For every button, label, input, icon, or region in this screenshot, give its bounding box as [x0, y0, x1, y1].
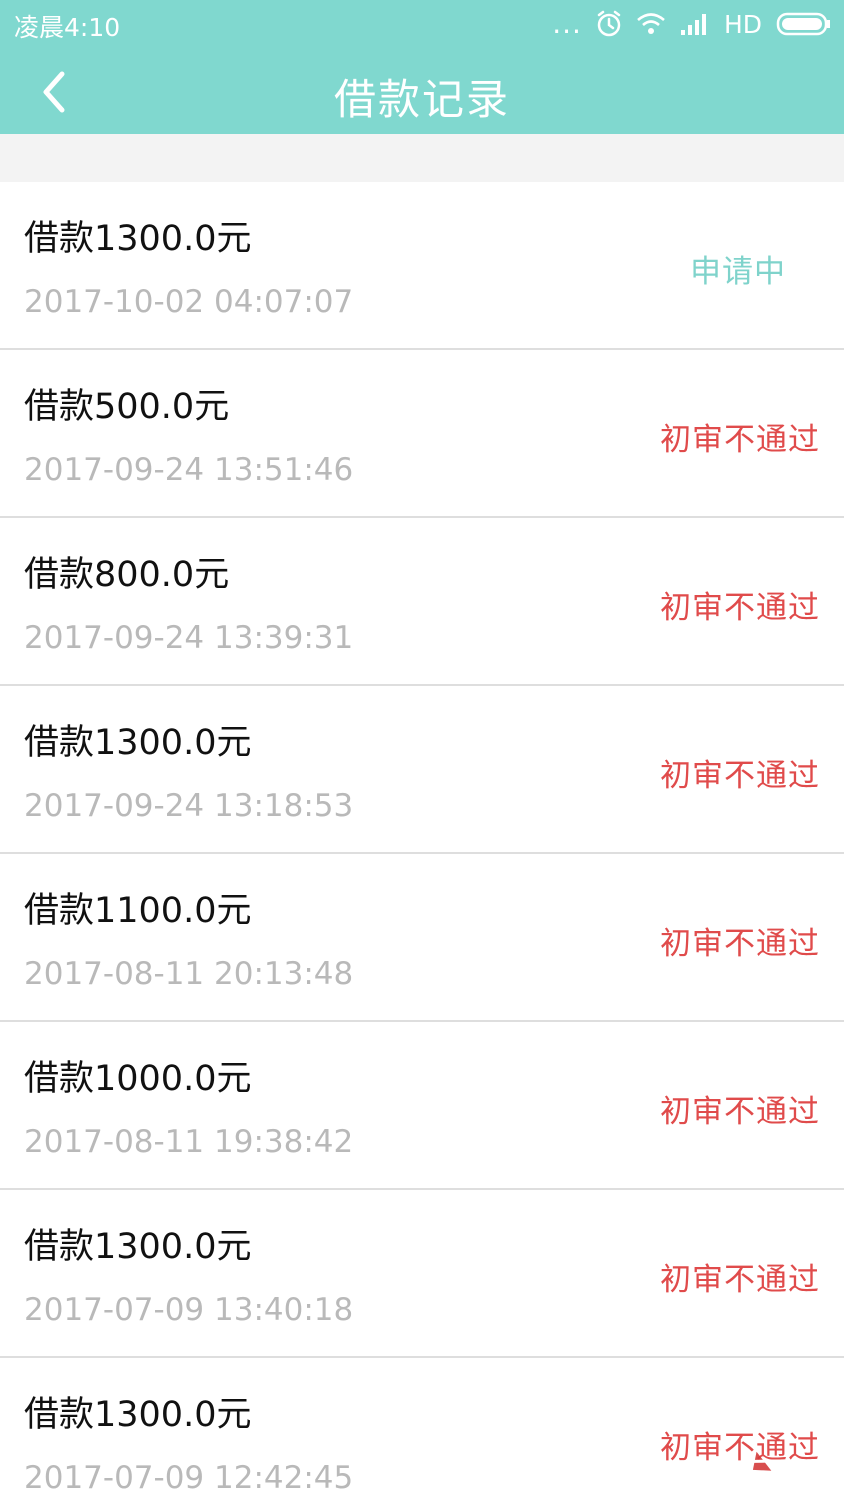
loan-amount: 借款1300.0元 [24, 1227, 252, 1267]
wifi-icon [636, 12, 666, 36]
loan-amount: 借款1000.0元 [24, 1059, 252, 1099]
loan-status: 初审不通过 [660, 1094, 820, 1130]
loan-amount: 借款1100.0元 [24, 891, 252, 931]
loan-date: 2017-07-09 13:40:18 [24, 1292, 354, 1328]
loan-amount: 借款800.0元 [24, 555, 230, 595]
loan-record-row[interactable]: 借款500.0元 2017-09-24 13:51:46 初审不通过 [0, 350, 844, 518]
loan-date: 2017-07-09 12:42:45 [24, 1460, 354, 1496]
loan-amount: 借款500.0元 [24, 387, 230, 427]
app-header: 凌晨4:10 ... HD 借款记录 [0, 0, 844, 134]
loan-status: 初审不通过 [660, 590, 820, 626]
loan-record-row[interactable]: 借款1300.0元 2017-10-02 04:07:07 申请中 [0, 182, 844, 350]
loan-date: 2017-08-11 19:38:42 [24, 1124, 354, 1160]
loan-status: 初审不通过 [660, 1262, 820, 1298]
loan-amount: 借款1300.0元 [24, 219, 252, 259]
loan-record-row[interactable]: 借款1300.0元 2017-07-09 13:40:18 初审不通过 [0, 1190, 844, 1358]
battery-icon [776, 11, 832, 37]
status-icons: ... HD [552, 6, 832, 42]
page-title: 借款记录 [333, 75, 510, 124]
loan-amount: 借款1300.0元 [24, 1395, 252, 1435]
loan-record-row[interactable]: 借款1000.0元 2017-08-11 19:38:42 初审不通过 [0, 1022, 844, 1190]
loan-amount: 借款1300.0元 [24, 723, 252, 763]
loan-date: 2017-08-11 20:13:48 [24, 956, 354, 992]
loan-record-list: 借款1300.0元 2017-10-02 04:07:07 申请中借款500.0元 2… [0, 182, 844, 1500]
loan-record-row[interactable]: 借款1300.0元 2017-07-09 12:42:45 初审不通过 [0, 1358, 844, 1500]
loan-date: 2017-09-24 13:39:31 [24, 620, 354, 656]
network-label: HD [723, 9, 762, 39]
loan-status: 初审不通过 [660, 422, 820, 458]
more-dots: ... [552, 7, 582, 40]
loan-status: 申请中 [690, 254, 786, 290]
signal-icon [680, 12, 710, 36]
loan-status: 初审不通过 [660, 926, 820, 962]
loan-record-row[interactable]: 借款1100.0元 2017-08-11 20:13:48 初审不通过 [0, 854, 844, 1022]
loan-record-row[interactable]: 借款800.0元 2017-09-24 13:39:31 初审不通过 [0, 518, 844, 686]
loan-date: 2017-09-24 13:18:53 [24, 788, 354, 824]
loan-status: 初审不通过 [660, 758, 820, 794]
loan-date: 2017-10-02 04:07:07 [24, 284, 354, 320]
loan-date: 2017-09-24 13:51:46 [24, 452, 354, 488]
status-time: 凌晨4:10 [14, 13, 121, 42]
status-bar: 凌晨4:10 ... HD [0, 0, 844, 50]
loan-record-row[interactable]: 借款1300.0元 2017-09-24 13:18:53 初审不通过 [0, 686, 844, 854]
alarm-icon [596, 10, 622, 38]
nav-bar: 借款记录 [0, 50, 844, 134]
